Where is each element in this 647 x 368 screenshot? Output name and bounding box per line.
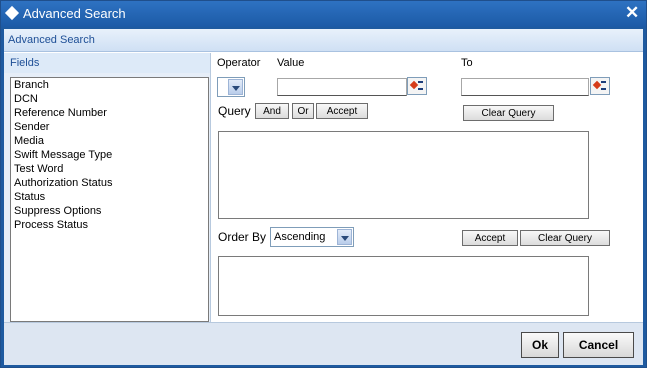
- order-accept-button[interactable]: Accept: [462, 230, 518, 246]
- diamond-icon: [4, 5, 20, 21]
- operator-select[interactable]: [217, 77, 245, 97]
- field-item-suppress-options[interactable]: Suppress Options: [11, 204, 208, 218]
- footer: Ok Cancel: [4, 322, 643, 365]
- query-area[interactable]: [218, 131, 589, 219]
- fields-list[interactable]: Branch DCN Reference Number Sender Media…: [10, 77, 209, 322]
- value-header: Value: [277, 57, 305, 69]
- field-item-media[interactable]: Media: [11, 134, 208, 148]
- value-lov-icon[interactable]: [407, 77, 427, 95]
- field-item-authorization-status[interactable]: Authorization Status: [11, 176, 208, 190]
- cancel-button[interactable]: Cancel: [563, 332, 634, 358]
- fields-header: Fields: [4, 53, 211, 73]
- field-item-test-word[interactable]: Test Word: [11, 162, 208, 176]
- order-area[interactable]: [218, 256, 589, 316]
- fields-heading: Fields: [10, 57, 40, 69]
- advanced-search-window: Advanced Search ✕ Advanced Search Fields…: [0, 0, 647, 368]
- field-item-status[interactable]: Status: [11, 190, 208, 204]
- chevron-down-icon: [337, 229, 352, 245]
- title-bar: Advanced Search ✕: [1, 1, 646, 27]
- field-item-process-status[interactable]: Process Status: [11, 218, 208, 232]
- query-label: Query: [218, 104, 251, 118]
- query-clear-button[interactable]: Clear Query: [463, 105, 554, 121]
- window-title: Advanced Search: [23, 6, 126, 21]
- to-input[interactable]: [461, 78, 589, 96]
- order-select[interactable]: Ascending: [270, 227, 354, 247]
- search-panel: Advanced Search Fields Branch DCN Refere…: [4, 29, 643, 365]
- and-button[interactable]: And: [255, 103, 289, 119]
- to-header: To: [461, 57, 473, 69]
- or-button[interactable]: Or: [292, 103, 314, 119]
- value-input[interactable]: [277, 78, 407, 96]
- ok-button[interactable]: Ok: [521, 332, 559, 358]
- operator-header: Operator: [217, 57, 261, 69]
- field-item-sender[interactable]: Sender: [11, 120, 208, 134]
- close-icon[interactable]: ✕: [625, 3, 639, 23]
- order-clear-button[interactable]: Clear Query: [520, 230, 610, 246]
- order-selected: Ascending: [274, 231, 326, 243]
- panel-header: Advanced Search: [4, 29, 643, 52]
- order-by-label: Order By: [218, 230, 267, 244]
- panel-title: Advanced Search: [8, 34, 95, 46]
- to-lov-icon[interactable]: [590, 77, 610, 95]
- field-item-swift-message-type[interactable]: Swift Message Type: [11, 148, 208, 162]
- chevron-down-icon: [228, 79, 243, 95]
- query-accept-button[interactable]: Accept: [316, 103, 368, 119]
- field-item-reference-number[interactable]: Reference Number: [11, 106, 208, 120]
- field-item-dcn[interactable]: DCN: [11, 92, 208, 106]
- field-item-branch[interactable]: Branch: [11, 78, 208, 92]
